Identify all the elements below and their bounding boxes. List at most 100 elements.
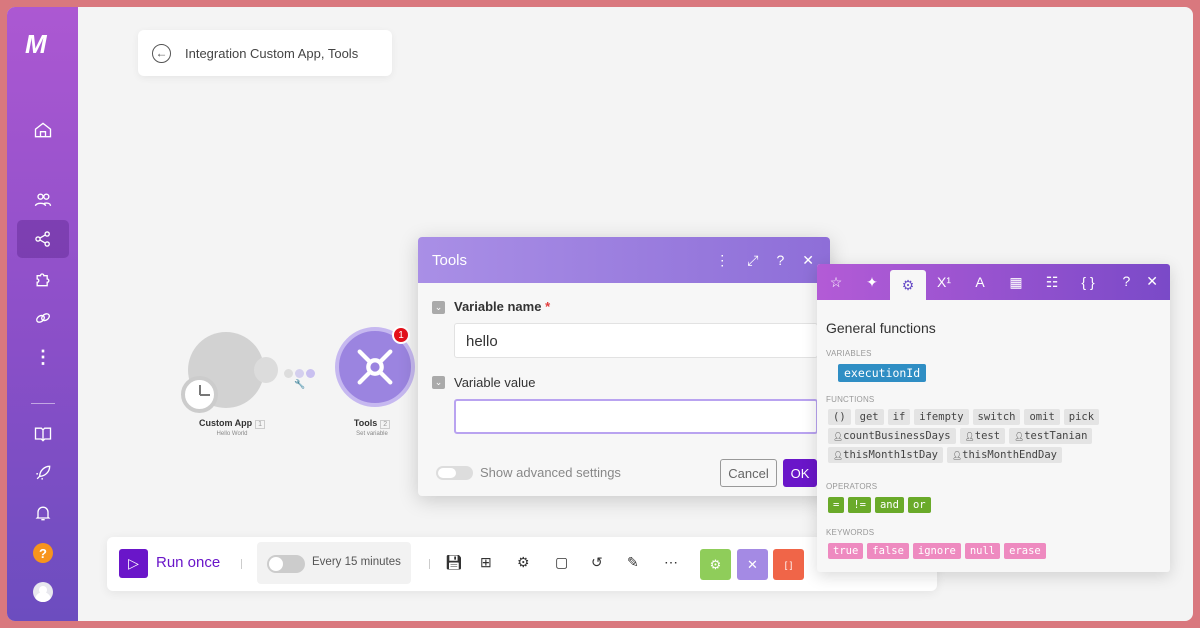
sidebar-item-whats-new[interactable] [17, 454, 69, 492]
help-icon[interactable]: ? [1122, 273, 1130, 290]
ok-button[interactable]: OK [783, 459, 817, 487]
tab-ai[interactable]: ✦ [854, 264, 890, 300]
more-vertical-icon[interactable]: ⋮ [715, 252, 729, 269]
variable-chip[interactable]: executionId [838, 364, 927, 382]
auto-align-icon[interactable]: ⊞ [480, 554, 492, 571]
function-chip[interactable]: pick [1063, 409, 1100, 425]
close-icon[interactable]: ✕ [802, 252, 814, 269]
route-dot [306, 369, 315, 378]
operator-chip[interactable]: != [848, 497, 871, 513]
scenario-title[interactable]: Integration Custom App, Tools [185, 46, 358, 61]
back-arrow-icon[interactable]: ← [152, 43, 171, 63]
functions-button[interactable]: [ ] [773, 549, 804, 580]
tab-favorites[interactable]: ☆ [818, 264, 854, 300]
run-once-label[interactable]: Run once [156, 554, 220, 571]
close-icon[interactable]: ✕ [1146, 273, 1158, 290]
run-once-button[interactable]: ▷ [119, 549, 148, 578]
braces-icon: { } [1081, 274, 1095, 290]
sidebar-item-notifications[interactable] [17, 494, 69, 532]
collapse-chevron-icon[interactable]: ⌄ [432, 301, 445, 314]
sidebar-divider [31, 403, 55, 404]
chip-label: if [892, 411, 906, 423]
users-icon [34, 193, 52, 207]
schedule-control[interactable]: Every 15 minutes [257, 542, 411, 584]
chip-label: countBusinessDays [843, 430, 951, 442]
tab-json[interactable]: { } [1070, 264, 1106, 300]
operator-chip[interactable]: or [907, 497, 931, 513]
chip-label: and [879, 499, 899, 511]
sidebar-item-help[interactable]: ? [17, 534, 69, 572]
chip-label: thisMonth1stDay [843, 449, 938, 461]
function-chip[interactable]: if [887, 409, 911, 425]
function-chip[interactable]: switch [972, 409, 1021, 425]
dialog-header: Tools ⋮ ⤢? ✕ [418, 237, 830, 283]
tools-button[interactable]: ✕ [737, 549, 768, 580]
tab-text[interactable]: A [962, 264, 998, 300]
custom-function-chip[interactable]: 👤︎thisMonthEndDay [946, 447, 1062, 463]
keyword-chip[interactable]: true [828, 543, 864, 559]
custom-function-chip[interactable]: 👤︎test [959, 428, 1006, 444]
variable-value-input[interactable] [454, 399, 818, 434]
expand-icon[interactable]: ⤢ [747, 252, 758, 269]
chip-label: false [872, 545, 904, 557]
custom-function-chip[interactable]: 👤︎testTanian [1009, 428, 1093, 444]
sidebar-item-home[interactable] [17, 111, 69, 149]
tab-date[interactable]: ▦ [998, 264, 1034, 300]
sidebar-item-more[interactable]: ⋮ [17, 338, 69, 376]
settings-icon[interactable]: ⚙ [517, 554, 530, 571]
operator-chip[interactable]: = [828, 497, 845, 513]
breadcrumb: ← Integration Custom App, Tools [138, 30, 392, 76]
sidebar-item-profile[interactable] [17, 573, 69, 611]
function-chip[interactable]: () [828, 409, 851, 425]
function-chip[interactable]: ifempty [914, 409, 969, 425]
error-badge: 1 [392, 326, 410, 344]
module-title: Custom App [198, 418, 253, 428]
sidebar-item-docs[interactable] [17, 415, 69, 453]
custom-app-label: Custom App 1 Hello World [187, 418, 277, 437]
keyword-chip[interactable]: null [964, 543, 1001, 559]
make-logo[interactable]: M [25, 29, 47, 60]
variable-name-input[interactable]: hello [454, 323, 818, 358]
more-icon[interactable]: ⋯ [664, 554, 678, 571]
cancel-button[interactable]: Cancel [720, 459, 777, 487]
chip-label: ignore [917, 545, 956, 557]
sidebar-item-connections[interactable] [17, 299, 69, 337]
sidebar-item-team[interactable] [17, 181, 69, 219]
calendar-icon: ▦ [1009, 273, 1023, 290]
more-vertical-icon: ⋮ [34, 346, 52, 367]
function-chip[interactable]: get [854, 409, 884, 425]
mapping-panel: ☆ ✦ ⚙ X¹ A ▦ ☷ { } ? ✕ General functions … [817, 264, 1170, 572]
sidebar-item-scenarios[interactable] [17, 220, 69, 258]
sidebar-item-apps[interactable] [17, 260, 69, 298]
advanced-settings-toggle[interactable] [436, 466, 473, 480]
custom-function-chip[interactable]: 👤︎countBusinessDays [828, 428, 956, 444]
tab-math[interactable]: X¹ [926, 264, 962, 300]
chip-label: true [833, 545, 859, 557]
chip-label: testTanian [1024, 430, 1088, 442]
schedule-toggle[interactable] [267, 555, 305, 573]
function-chip[interactable]: omit [1024, 409, 1060, 425]
chip-label: executionId [844, 366, 921, 380]
tab-general[interactable]: ⚙ [890, 270, 926, 300]
custom-app-connector [254, 357, 278, 383]
operator-chip[interactable]: and [874, 497, 904, 513]
custom-function-chip[interactable]: 👤︎thisMonth1stDay [828, 447, 943, 463]
undo-icon[interactable]: ↺ [591, 554, 603, 571]
section-label: OPERATORS [826, 482, 878, 491]
route-wrench-icon[interactable]: 🔧 [294, 379, 305, 390]
notes-icon[interactable]: ▢ [555, 554, 568, 571]
user-icon: 👤︎ [1014, 432, 1025, 441]
tools-gear-button[interactable]: ⚙ [700, 549, 731, 580]
magic-wand-icon[interactable]: ✎ [627, 554, 639, 571]
keyword-chip[interactable]: ignore [912, 543, 961, 559]
collapse-chevron-icon[interactable]: ⌄ [432, 376, 445, 389]
chip-label: () [833, 411, 846, 423]
keyword-chip[interactable]: erase [1004, 543, 1046, 559]
help-icon[interactable]: ? [776, 252, 784, 269]
tab-array[interactable]: ☷ [1034, 264, 1070, 300]
keyword-chip[interactable]: false [867, 543, 909, 559]
schedule-label: Every 15 minutes [312, 556, 401, 568]
chip-label: null [969, 545, 996, 557]
save-icon[interactable]: 💾︎ [445, 554, 463, 571]
module-subtitle: Hello World [216, 431, 248, 437]
